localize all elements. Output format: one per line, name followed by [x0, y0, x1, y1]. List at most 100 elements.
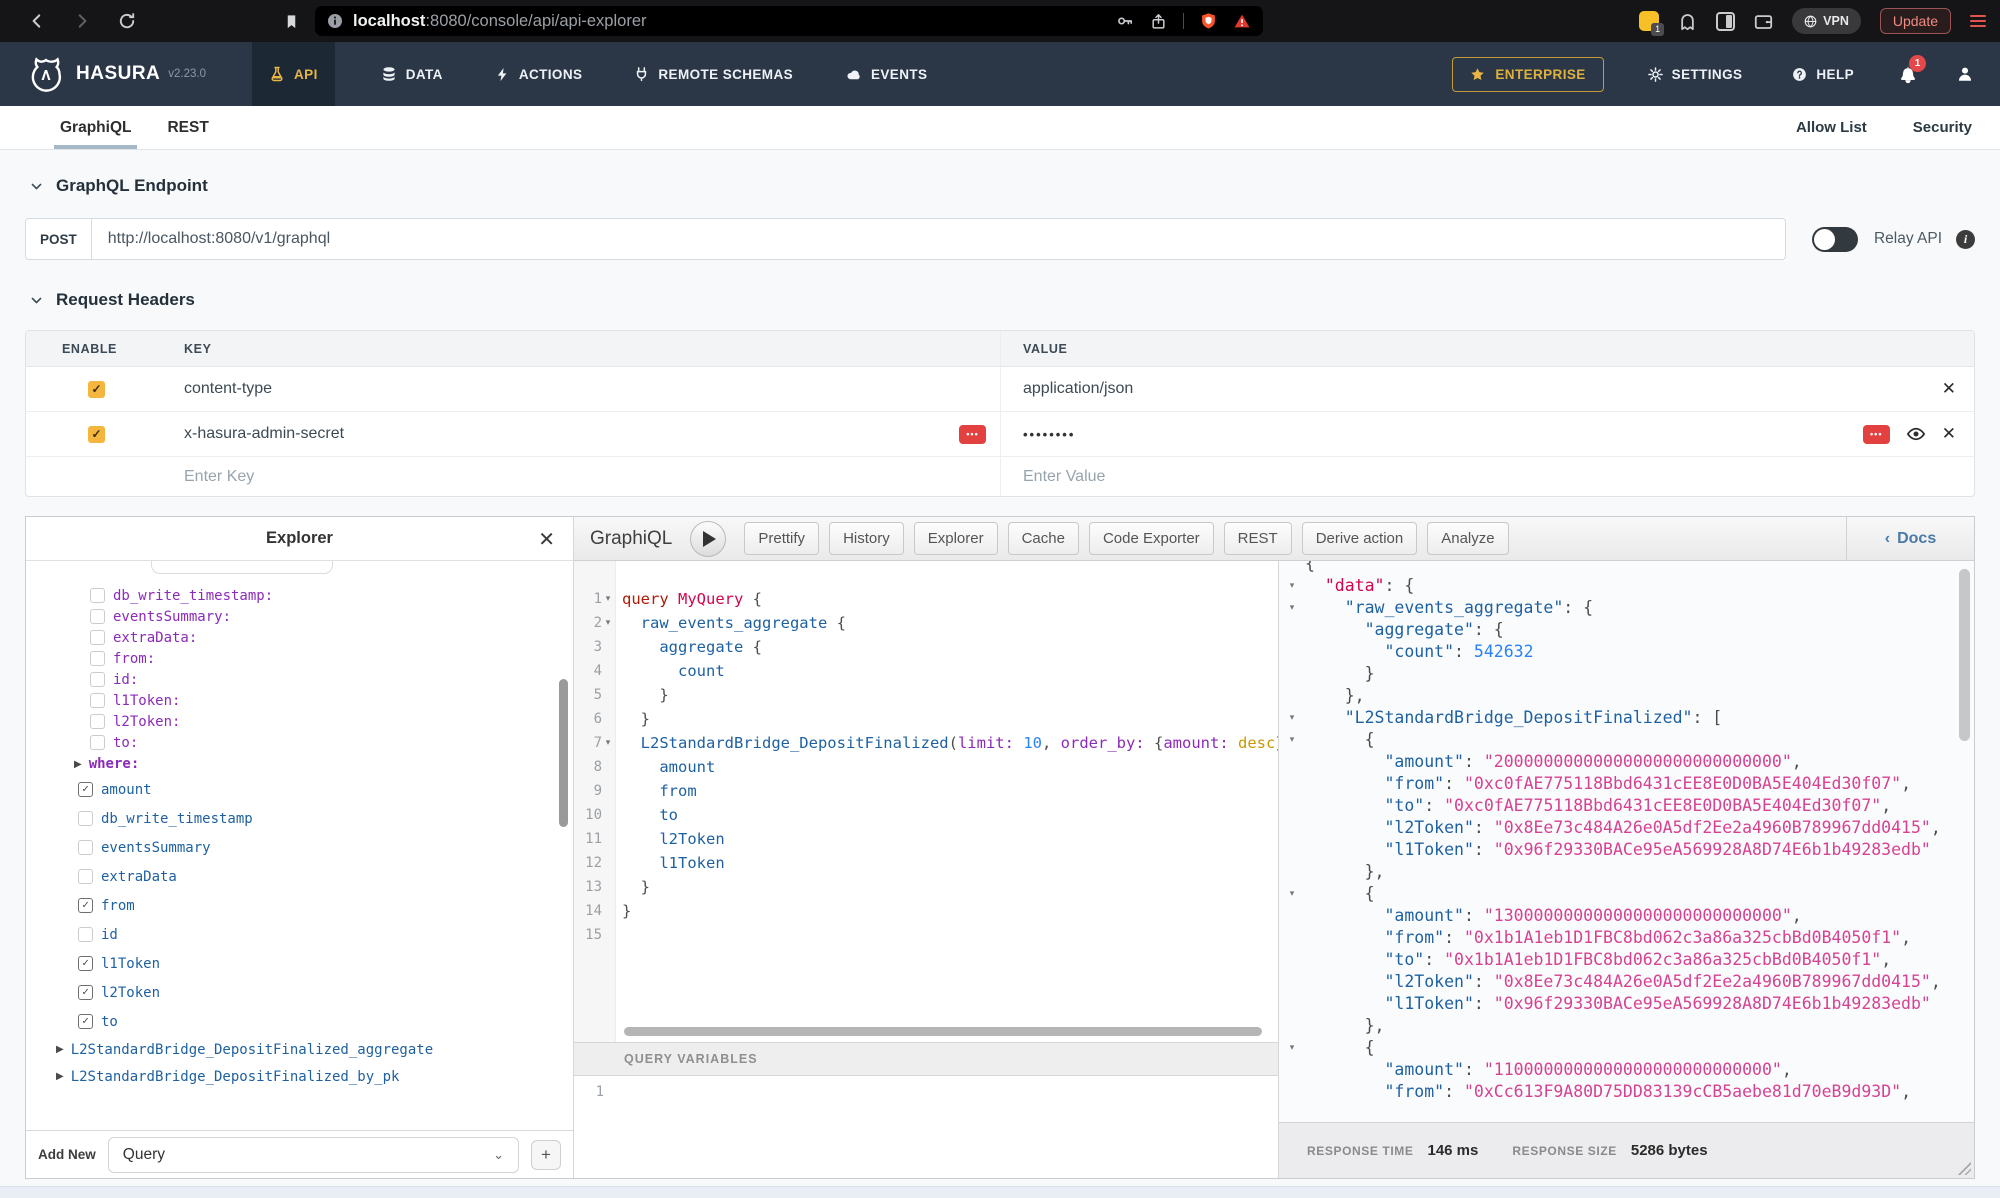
- checkbox[interactable]: [90, 609, 105, 624]
- link-security[interactable]: Security: [1913, 119, 1972, 136]
- reveal-eye-icon[interactable]: [1906, 424, 1926, 444]
- query-editor[interactable]: 1▾query MyQuery {2▾ raw_events_aggregate…: [574, 561, 1278, 1042]
- ghost-extension-icon[interactable]: [1678, 12, 1697, 31]
- url-bar[interactable]: localhost:8080/console/api/api-explorer: [315, 6, 1263, 36]
- code-line[interactable]: 5 }: [574, 683, 1278, 707]
- notes-extension-icon[interactable]: 1: [1639, 11, 1659, 31]
- extension-fill-icon[interactable]: •••: [959, 425, 986, 444]
- relay-api-toggle[interactable]: [1812, 227, 1858, 252]
- checkbox[interactable]: [90, 693, 105, 708]
- expand-arrow-icon[interactable]: ▶: [56, 1071, 64, 1082]
- add-operation-button[interactable]: +: [531, 1140, 561, 1170]
- checkbox[interactable]: [78, 840, 93, 855]
- resize-handle[interactable]: [1956, 1160, 1971, 1175]
- nav-tab-actions[interactable]: ACTIONS: [489, 42, 589, 106]
- explorer-item-l1token[interactable]: l1Token:: [26, 690, 573, 711]
- docs-link[interactable]: ‹Docs: [1846, 517, 1974, 560]
- header-value-masked[interactable]: ••••••••: [1023, 427, 1075, 442]
- fold-arrow-icon[interactable]: ▾: [1279, 883, 1305, 905]
- toolbar-button-prettify[interactable]: Prettify: [744, 522, 819, 555]
- explorer-item-eventssummary[interactable]: eventsSummary: [26, 833, 573, 862]
- expand-arrow-icon[interactable]: ▶: [74, 759, 82, 770]
- explorer-item-eventssummary[interactable]: eventsSummary:: [26, 606, 573, 627]
- explorer-item-l2standardbridge-depositfinalized-by-pk[interactable]: ▶L2StandardBridge_DepositFinalized_by_pk: [26, 1063, 573, 1090]
- reload-icon[interactable]: [118, 12, 136, 30]
- explorer-item-l1token[interactable]: ✓l1Token: [26, 949, 573, 978]
- explorer-scrollbar[interactable]: [559, 679, 568, 827]
- explorer-item-amount[interactable]: ✓amount: [26, 775, 573, 804]
- enable-checkbox[interactable]: ✓: [88, 381, 105, 398]
- explorer-item-l2token[interactable]: ✓l2Token: [26, 978, 573, 1007]
- nav-tab-data[interactable]: DATA: [375, 42, 449, 106]
- code-line[interactable]: 6 }: [574, 707, 1278, 731]
- code-line[interactable]: 12 l1Token: [574, 851, 1278, 875]
- fold-arrow-icon[interactable]: ▾: [1279, 575, 1305, 597]
- code-line[interactable]: 8 amount: [574, 755, 1278, 779]
- checkbox[interactable]: ✓: [78, 956, 93, 971]
- close-icon[interactable]: ✕: [538, 527, 555, 551]
- checkbox[interactable]: [78, 811, 93, 826]
- toolbar-button-history[interactable]: History: [829, 522, 904, 555]
- checkbox[interactable]: [90, 672, 105, 687]
- explorer-item-to[interactable]: to:: [26, 732, 573, 753]
- code-line[interactable]: 7▾ L2StandardBridge_DepositFinalized(lim…: [574, 731, 1278, 755]
- back-icon[interactable]: [28, 12, 46, 30]
- toolbar-button-analyze[interactable]: Analyze: [1427, 522, 1508, 555]
- toolbar-button-cache[interactable]: Cache: [1008, 522, 1079, 555]
- code-line[interactable]: 2▾ raw_events_aggregate {: [574, 611, 1278, 635]
- bookmark-icon[interactable]: [284, 13, 299, 30]
- explorer-item-extradata[interactable]: extraData:: [26, 627, 573, 648]
- fold-arrow-icon[interactable]: ▾: [602, 731, 614, 755]
- extension-fill-icon[interactable]: •••: [1863, 425, 1890, 444]
- checkbox[interactable]: [78, 869, 93, 884]
- explorer-item-from[interactable]: ✓from: [26, 891, 573, 920]
- shield-icon[interactable]: [1200, 12, 1217, 30]
- fold-arrow-icon[interactable]: ▾: [1279, 1037, 1305, 1059]
- code-line[interactable]: 9 from: [574, 779, 1278, 803]
- code-line[interactable]: 4 count: [574, 659, 1278, 683]
- info-icon[interactable]: i: [1956, 230, 1975, 249]
- fold-arrow-icon[interactable]: ▾: [1279, 597, 1305, 619]
- fold-arrow-icon[interactable]: ▾: [602, 611, 614, 635]
- checkbox[interactable]: [90, 735, 105, 750]
- warning-icon[interactable]: [1233, 13, 1251, 30]
- operation-type-select[interactable]: Query ⌄: [108, 1137, 519, 1173]
- response-scrollbar[interactable]: [1959, 569, 1970, 741]
- explorer-item-db-write-timestamp[interactable]: db_write_timestamp: [26, 804, 573, 833]
- section-graphql-endpoint[interactable]: GraphQL Endpoint: [30, 176, 2000, 196]
- checkbox[interactable]: ✓: [78, 782, 93, 797]
- toolbar-button-explorer[interactable]: Explorer: [914, 522, 998, 555]
- code-line[interactable]: 10 to: [574, 803, 1278, 827]
- settings-button[interactable]: SETTINGS: [1642, 67, 1749, 82]
- header-key[interactable]: x-hasura-admin-secret: [184, 425, 344, 443]
- expand-arrow-icon[interactable]: ▶: [56, 1044, 64, 1055]
- explorer-item-l2token[interactable]: l2Token:: [26, 711, 573, 732]
- fold-arrow-icon[interactable]: ▾: [602, 587, 614, 611]
- code-line[interactable]: 14}: [574, 899, 1278, 923]
- checkbox[interactable]: [90, 588, 105, 603]
- key-icon[interactable]: [1116, 12, 1134, 30]
- execute-button[interactable]: [690, 521, 726, 557]
- vpn-button[interactable]: VPN: [1792, 8, 1861, 34]
- remove-header-icon[interactable]: ✕: [1942, 424, 1956, 444]
- endpoint-url-input[interactable]: http://localhost:8080/v1/graphql: [92, 218, 1786, 260]
- toolbar-button-rest[interactable]: REST: [1224, 522, 1292, 555]
- editor-horizontal-scrollbar[interactable]: [624, 1027, 1262, 1036]
- wallet-icon[interactable]: [1754, 12, 1773, 31]
- header-value[interactable]: application/json: [1023, 380, 1133, 398]
- toolbar-button-code-exporter[interactable]: Code Exporter: [1089, 522, 1214, 555]
- enable-checkbox[interactable]: ✓: [88, 426, 105, 443]
- checkbox[interactable]: ✓: [78, 985, 93, 1000]
- new-value-input[interactable]: Enter Value: [1001, 457, 1974, 496]
- argument-input-partial[interactable]: [151, 561, 333, 574]
- explorer-item-id[interactable]: id: [26, 920, 573, 949]
- checkbox[interactable]: [90, 630, 105, 645]
- checkbox[interactable]: [78, 927, 93, 942]
- explorer-item-l2standardbridge-depositfinalized-aggregate[interactable]: ▶L2StandardBridge_DepositFinalized_aggre…: [26, 1036, 573, 1063]
- code-line[interactable]: 11 l2Token: [574, 827, 1278, 851]
- explorer-item-extradata[interactable]: extraData: [26, 862, 573, 891]
- checkbox[interactable]: ✓: [78, 1014, 93, 1029]
- checkbox[interactable]: [90, 651, 105, 666]
- new-key-input[interactable]: Enter Key: [166, 457, 1001, 496]
- tab-graphiql[interactable]: GraphiQL: [60, 106, 131, 149]
